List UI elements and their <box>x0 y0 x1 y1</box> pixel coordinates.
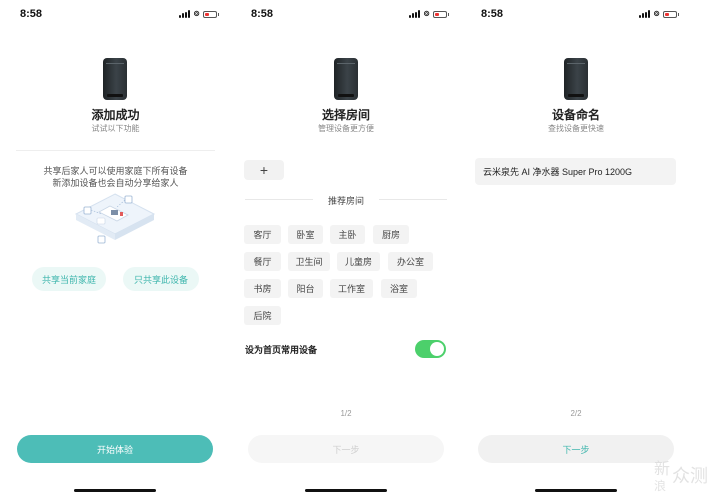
signal-icon <box>179 10 191 18</box>
room-chip-bedroom[interactable]: 卧室 <box>288 225 323 244</box>
page-subtitle: 查找设备更快速 <box>548 124 604 133</box>
svg-text:新: 新 <box>654 459 670 478</box>
room-chip-bath[interactable]: 浴室 <box>381 279 417 298</box>
status-icons: ⊚ <box>179 9 219 18</box>
battery-icon <box>203 10 219 18</box>
purifier-device-icon <box>103 58 127 100</box>
room-chip-bathroom[interactable]: 卫生间 <box>288 252 330 271</box>
favorite-toggle-label: 设为首页常用设备 <box>245 345 318 355</box>
battery-icon <box>433 10 449 18</box>
svg-text:众测: 众测 <box>672 466 708 487</box>
next-button[interactable]: 下一步 <box>478 435 674 463</box>
page-title: 添加成功 <box>91 108 140 122</box>
link-icon: ⊚ <box>193 9 200 18</box>
link-icon: ⊚ <box>653 9 660 18</box>
room-chip-study[interactable]: 书房 <box>244 279 281 298</box>
status-time: 8:58 <box>251 8 274 20</box>
favorite-toggle[interactable] <box>415 340 446 358</box>
room-chip-office[interactable]: 办公室 <box>388 252 433 271</box>
watermark-logo: 新 浪 众测 <box>654 459 708 492</box>
start-button[interactable]: 开始体验 <box>17 435 213 463</box>
page-subtitle: 试试以下功能 <box>91 124 140 133</box>
panel-name-device: 8:58 ⊚ 设备命名 查找设备更快速 云米泉先 AI 净水器 Super Pr… <box>461 0 720 498</box>
home-share-illustration <box>74 193 156 244</box>
share-home-button[interactable]: 共享当前家庭 <box>32 267 106 291</box>
section-label: 推荐房间 <box>327 196 364 206</box>
purifier-device-icon <box>334 58 358 100</box>
page-indicator: 1/2 <box>340 409 352 418</box>
next-button-disabled[interactable]: 下一步 <box>248 435 444 463</box>
room-chip-balcony[interactable]: 阳台 <box>288 279 323 298</box>
device-name-field[interactable]: 云米泉先 AI 净水器 Super Pro 1200G <box>475 158 676 185</box>
plus-icon: + <box>259 162 269 178</box>
room-chip-kitchen[interactable]: 厨房 <box>373 225 409 244</box>
add-room-button[interactable]: + <box>244 160 284 180</box>
page-title: 设备命名 <box>551 108 600 122</box>
page-title: 选择房间 <box>321 108 370 122</box>
room-chip-master-bedroom[interactable]: 主卧 <box>330 225 365 244</box>
panel-choose-room: 8:58 ⊚ 选择房间 管理设备更方便 + 推荐房间 客厅 卧室 主卧 厨房 餐… <box>231 0 461 498</box>
status-bar: 8:58 ⊚ <box>461 0 691 30</box>
room-chip-backyard[interactable]: 后院 <box>244 306 281 325</box>
purifier-device-icon <box>564 58 588 100</box>
home-indicator <box>305 489 387 492</box>
status-icons: ⊚ <box>409 9 449 18</box>
room-chip-dining[interactable]: 餐厅 <box>244 252 281 271</box>
status-time: 8:58 <box>481 8 504 20</box>
recommended-rooms-header: 推荐房间 <box>231 192 461 206</box>
room-chip-kids-room[interactable]: 儿童房 <box>337 252 380 271</box>
divider <box>16 150 215 151</box>
status-time: 8:58 <box>20 8 43 20</box>
home-indicator <box>535 489 617 492</box>
share-device-button[interactable]: 只共享此设备 <box>123 267 199 291</box>
page-subtitle: 管理设备更方便 <box>318 124 374 133</box>
share-description-line1: 共享后家人可以使用家庭下所有设备 <box>43 166 188 176</box>
status-bar: 8:58 ⊚ <box>0 0 231 30</box>
battery-icon <box>663 10 679 18</box>
signal-icon <box>409 10 421 18</box>
page-indicator: 2/2 <box>570 409 582 418</box>
status-bar: 8:58 ⊚ <box>231 0 461 30</box>
status-icons: ⊚ <box>639 9 679 18</box>
link-icon: ⊚ <box>423 9 430 18</box>
home-indicator <box>74 489 156 492</box>
svg-text:浪: 浪 <box>654 478 666 492</box>
panel-add-success: 8:58 ⊚ 添加成功 试试以下功能 共享后家人可以使用家庭下所有设备 新添加设… <box>0 0 231 498</box>
signal-icon <box>639 10 651 18</box>
room-chip-living[interactable]: 客厅 <box>244 225 281 244</box>
room-chip-studio[interactable]: 工作室 <box>330 279 373 298</box>
